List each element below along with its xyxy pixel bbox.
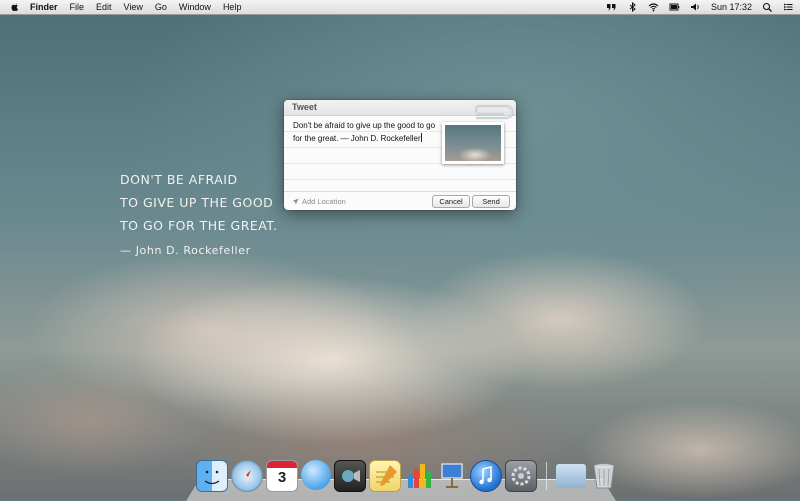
cancel-button[interactable]: Cancel	[432, 195, 470, 208]
quote-status-icon[interactable]	[606, 2, 617, 12]
menu-view[interactable]: View	[124, 0, 143, 14]
finder-icon[interactable]	[196, 460, 228, 492]
quote-line-2: TO GIVE UP THE GOOD	[120, 195, 274, 210]
status-area: Sun 17:32	[606, 0, 794, 14]
itunes-icon[interactable]	[470, 460, 502, 492]
add-location-button[interactable]: Add Location	[292, 197, 346, 206]
menu-app-name[interactable]: Finder	[30, 0, 58, 14]
add-location-label: Add Location	[302, 197, 346, 206]
volume-icon[interactable]	[690, 2, 701, 12]
dock-separator	[546, 462, 547, 490]
system-preferences-icon[interactable]	[505, 460, 537, 492]
menu-file[interactable]: File	[70, 0, 85, 14]
tweet-sheet: Tweet Don't be afraid to give up the goo…	[284, 100, 516, 210]
bluetooth-icon[interactable]	[627, 2, 638, 12]
messages-icon[interactable]	[301, 460, 331, 490]
calendar-icon[interactable]: 3	[266, 460, 298, 492]
send-button[interactable]: Send	[472, 195, 510, 208]
desktop-quote: DON'T BE AFRAID TO GIVE UP THE GOOD TO G…	[120, 168, 278, 262]
spotlight-search-icon[interactable]	[762, 2, 773, 12]
location-arrow-icon	[292, 198, 299, 205]
menu-help[interactable]: Help	[223, 0, 242, 14]
tweet-footer: Add Location Cancel Send	[284, 191, 516, 211]
menu-edit[interactable]: Edit	[96, 0, 112, 14]
menu-go[interactable]: Go	[155, 0, 167, 14]
apple-menu-icon[interactable]	[10, 2, 20, 12]
menu-bar: Finder File Edit View Go Window Help Sun…	[0, 0, 800, 15]
menu-clock[interactable]: Sun 17:32	[711, 2, 752, 12]
documents-folder-icon[interactable]	[556, 464, 586, 488]
numbers-icon[interactable]	[404, 460, 434, 490]
attachment-thumbnail	[445, 125, 501, 161]
paperclip-icon	[474, 104, 514, 120]
tweet-text: Don't be afraid to give up the good to g…	[293, 121, 436, 143]
facetime-icon[interactable]	[334, 460, 366, 492]
notification-center-icon[interactable]	[783, 2, 794, 12]
notes-icon[interactable]	[369, 460, 401, 492]
quote-author: — John D. Rockefeller	[120, 244, 251, 257]
menu-window[interactable]: Window	[179, 0, 211, 14]
text-caret	[420, 133, 422, 142]
safari-icon[interactable]	[231, 460, 263, 492]
keynote-icon[interactable]	[437, 460, 467, 490]
calendar-day: 3	[277, 469, 287, 486]
trash-icon[interactable]	[589, 460, 619, 490]
dock: 3	[196, 460, 619, 494]
battery-icon[interactable]	[669, 2, 680, 12]
tweet-text-field[interactable]: Don't be afraid to give up the good to g…	[293, 119, 441, 145]
quote-line-3: TO GO FOR THE GREAT.	[120, 218, 278, 233]
wifi-icon[interactable]	[648, 2, 659, 12]
quote-line-1: DON'T BE AFRAID	[120, 172, 238, 187]
image-attachment[interactable]	[442, 122, 504, 164]
